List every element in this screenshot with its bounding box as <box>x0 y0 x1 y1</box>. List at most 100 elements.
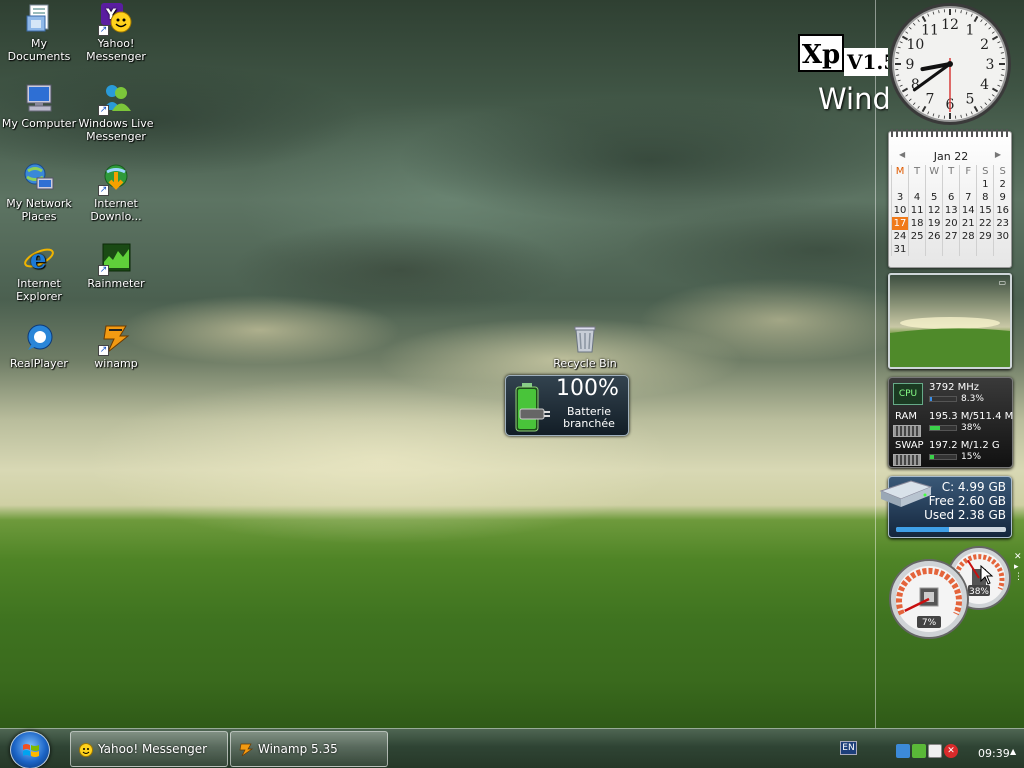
calendar-day <box>925 243 943 256</box>
calendar-day[interactable]: 2 <box>993 178 1011 191</box>
windows-text: Windows <box>818 82 888 116</box>
slideshow-size-icon[interactable]: ▭ <box>998 278 1006 287</box>
calendar-day[interactable]: 18 <box>908 217 926 230</box>
calendar-day[interactable]: 3 <box>890 191 909 204</box>
battery-widget[interactable]: 100% Batterie branchée <box>505 375 629 436</box>
calendar-day[interactable]: 21 <box>959 217 977 230</box>
calendar-day[interactable]: 15 <box>976 204 994 217</box>
calendar-day-header: W <box>925 165 943 178</box>
desktop-icon-internet-explorer[interactable]: e Internet Explorer <box>0 242 78 303</box>
calendar-gadget[interactable]: ◀ Jan 22 ▶ M T W T F S S 1 2 3 4 5 6 7 8 9 10 11 12… <box>888 129 1012 268</box>
taskbar-button-yahoo-messenger[interactable]: Yahoo! Messenger <box>70 731 228 767</box>
clock-numeral: 7 <box>926 92 935 108</box>
calendar-day[interactable]: 10 <box>890 204 909 217</box>
calendar-day[interactable]: 7 <box>959 191 977 204</box>
desktop-icon-internet-download-manager[interactable]: ↗ Internet Downlo... <box>77 162 155 223</box>
slideshow-image <box>890 317 1010 367</box>
calendar-day[interactable]: 13 <box>942 204 960 217</box>
calendar-day[interactable]: 31 <box>890 243 909 256</box>
swap-bar <box>929 454 957 460</box>
calendar-day[interactable]: 1 <box>976 178 994 191</box>
calendar-day <box>925 178 943 191</box>
calendar-week-row: 3456789 <box>890 191 1011 204</box>
shortcut-arrow-icon: ↗ <box>98 105 109 116</box>
desktop-icon-label: Internet Downlo... <box>90 197 142 223</box>
calendar-day <box>908 178 926 191</box>
desktop-icon-windows-live-messenger[interactable]: ↗ Windows Live Messenger <box>77 82 155 143</box>
calendar-day[interactable]: 26 <box>925 230 943 243</box>
desktop-icon-yahoo-messenger[interactable]: Y ↗ Yahoo! Messenger <box>77 2 155 63</box>
swap-value: 197.2 M/1.2 G <box>929 440 1000 451</box>
show-desktop-arrow-icon[interactable]: ▲ <box>1010 747 1016 756</box>
calendar-day <box>942 243 960 256</box>
calendar-day[interactable]: 16 <box>993 204 1011 217</box>
calendar-day[interactable]: 12 <box>925 204 943 217</box>
gadget-close-icon[interactable]: ✕ <box>1014 552 1023 562</box>
system-meter-gadget[interactable]: CPU 3792 MHz 8.3% RAM 195.3 M/511.4 M 38… <box>888 377 1013 468</box>
start-button[interactable] <box>10 731 50 768</box>
calendar-grid: M T W T F S S 1 2 3 4 5 6 7 8 9 10 11 12 13 14 15 16 17 1… <box>890 165 1011 256</box>
calendar-day[interactable]: 8 <box>976 191 994 204</box>
drive-used: Used 2.38 GB <box>924 508 1006 522</box>
gadget-drag-handle-icon[interactable]: ⋮ <box>1014 572 1023 582</box>
ram-value: 195.3 M/511.4 M <box>929 411 1014 422</box>
desktop-icon-my-network-places[interactable]: My Network Places <box>0 162 78 223</box>
calendar-day-header: F <box>959 165 977 178</box>
desktop-icon-realplayer[interactable]: RealPlayer <box>0 322 78 370</box>
calendar-day[interactable]: 11 <box>908 204 926 217</box>
calendar-day[interactable]: 20 <box>942 217 960 230</box>
drive-meter-gadget[interactable]: C: 4.99 GB Free 2.60 GB Used 2.38 GB <box>879 476 1012 538</box>
mail-tray-icon[interactable] <box>928 744 942 758</box>
cpu-gauge-dial: 7% <box>889 559 969 639</box>
battery-percent: 100% <box>556 376 619 401</box>
slideshow-gadget[interactable]: ▭ <box>888 273 1012 369</box>
ram-stick-icon <box>893 425 921 437</box>
clock-numeral: 9 <box>906 57 915 73</box>
cpu-gauge-percent: 7% <box>922 618 937 628</box>
yahoo-messenger-icon <box>79 743 93 757</box>
taskbar-clock[interactable]: 09:39 <box>978 747 1010 760</box>
gadget-options-icon[interactable]: ▸ <box>1014 562 1023 572</box>
calendar-day[interactable]: 19 <box>925 217 943 230</box>
calendar-next-arrow-icon[interactable]: ▶ <box>995 150 1001 159</box>
calendar-day[interactable]: 29 <box>976 230 994 243</box>
calendar-day[interactable]: 14 <box>959 204 977 217</box>
calendar-day[interactable]: 5 <box>925 191 943 204</box>
clock-numeral: 1 <box>966 22 975 38</box>
desktop-icon-winamp[interactable]: ↗ winamp <box>77 322 155 370</box>
calendar-day[interactable]: 28 <box>959 230 977 243</box>
calendar-day[interactable]: 6 <box>942 191 960 204</box>
cpu-gauge[interactable]: 7% <box>888 558 970 640</box>
update-tray-icon[interactable] <box>912 744 926 758</box>
windows-live-messenger-icon: ↗ <box>98 82 132 116</box>
cpu-frequency: 3792 MHz <box>929 382 980 393</box>
calendar-day[interactable]: 4 <box>908 191 926 204</box>
swap-bar-fill <box>930 455 934 459</box>
svg-text:e: e <box>30 245 47 274</box>
network-tray-icon[interactable] <box>896 744 910 758</box>
calendar-day[interactable]: 25 <box>908 230 926 243</box>
winamp-icon <box>239 743 253 757</box>
calendar-day-header: S <box>993 165 1011 178</box>
calendar-day[interactable]: 17 <box>890 217 909 230</box>
gadget-controls[interactable]: ✕ ▸ ⋮ <box>1014 552 1023 592</box>
calendar-day[interactable]: 30 <box>993 230 1011 243</box>
desktop-icon-recycle-bin[interactable]: Recycle Bin <box>546 322 624 370</box>
calendar-week-row: 10 11 12 13 14 15 16 <box>890 204 1011 217</box>
calendar-day[interactable]: 22 <box>976 217 994 230</box>
drive-total: C: 4.99 GB <box>941 480 1006 494</box>
clock-gadget[interactable]: 121234567891011 <box>886 0 1014 128</box>
desktop-icon-my-computer[interactable]: My Computer <box>0 82 78 130</box>
language-indicator[interactable]: EN <box>840 741 857 755</box>
security-alert-tray-icon[interactable]: ✕ <box>944 744 958 758</box>
calendar-day[interactable]: 27 <box>942 230 960 243</box>
calendar-day[interactable]: 23 <box>993 217 1011 230</box>
clock-face: 121234567891011 <box>889 3 1011 125</box>
desktop-icon-rainmeter[interactable]: ↗ Rainmeter <box>77 242 155 290</box>
taskbar-button-winamp[interactable]: Winamp 5.35 <box>230 731 388 767</box>
calendar-day[interactable]: 24 <box>890 230 909 243</box>
ram-percent: 38% <box>961 423 982 433</box>
calendar-day[interactable]: 9 <box>993 191 1011 204</box>
shortcut-arrow-icon: ↗ <box>98 185 109 196</box>
desktop-icon-my-documents[interactable]: My Documents <box>0 2 78 63</box>
